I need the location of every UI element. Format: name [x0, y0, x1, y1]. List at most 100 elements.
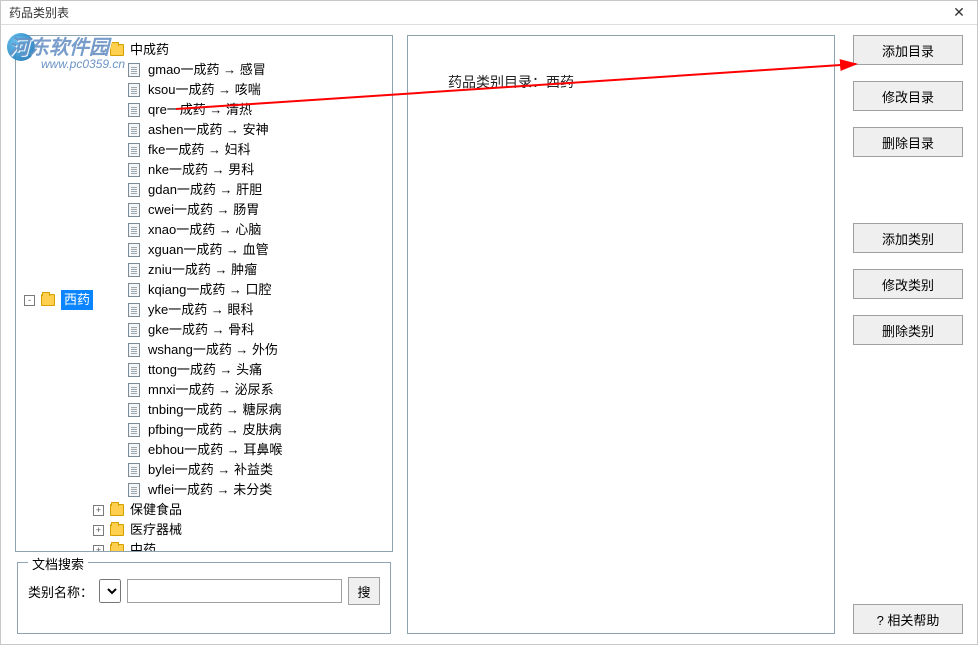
tree-leaf-label: gmao一成药 → 感冒	[148, 60, 266, 80]
add-category-button[interactable]: 添加类别	[853, 223, 963, 253]
tree-leaf[interactable]: ebhou一成药 → 耳鼻喉	[111, 440, 282, 460]
tree-leaf[interactable]: zniu一成药 → 肿瘤	[111, 260, 282, 280]
tree-folder-zhongyao[interactable]: 中药	[130, 540, 156, 552]
folder-icon	[110, 504, 124, 516]
document-icon	[128, 383, 140, 397]
tree-leaf-label: xguan一成药 → 血管	[148, 240, 269, 260]
tree-leaf[interactable]: nke一成药 → 男科	[111, 160, 282, 180]
modify-category-button[interactable]: 修改类别	[853, 269, 963, 299]
search-group: 文档搜索 类别名称： 搜	[17, 562, 391, 634]
tree-leaf[interactable]: cwei一成药 → 肠胃	[111, 200, 282, 220]
info-panel: 药品类别目录：西药	[407, 35, 835, 634]
document-icon	[128, 183, 140, 197]
folder-icon	[110, 544, 124, 552]
tree-leaf[interactable]: pfbing一成药 → 皮肤病	[111, 420, 282, 440]
add-directory-button[interactable]: 添加目录	[853, 35, 963, 65]
tree-leaf-label: ebhou一成药 → 耳鼻喉	[148, 440, 282, 460]
tree-leaf[interactable]: yke一成药 → 眼科	[111, 300, 282, 320]
collapse-icon[interactable]: -	[24, 295, 35, 306]
tree-leaf-label: gke一成药 → 骨科	[148, 320, 254, 340]
close-icon[interactable]: ✕	[945, 3, 973, 23]
document-icon	[128, 263, 140, 277]
tree-leaf-label: bylei一成药 → 补益类	[148, 460, 273, 480]
tree-leaf[interactable]: wshang一成药 → 外伤	[111, 340, 282, 360]
document-icon	[128, 343, 140, 357]
tree-leaf[interactable]: xguan一成药 → 血管	[111, 240, 282, 260]
tree-leaf-label: ksou一成药 → 咳喘	[148, 80, 261, 100]
document-icon	[128, 363, 140, 377]
tree-leaf-label: pfbing一成药 → 皮肤病	[148, 420, 282, 440]
tree-leaf[interactable]: ashen一成药 → 安神	[111, 120, 282, 140]
search-button[interactable]: 搜	[348, 577, 380, 605]
expand-icon[interactable]: +	[93, 505, 104, 516]
delete-category-button[interactable]: 删除类别	[853, 315, 963, 345]
document-icon	[128, 63, 140, 77]
tree-leaf[interactable]: tnbing一成药 → 糖尿病	[111, 400, 282, 420]
tree-leaf-label: kqiang一成药 → 口腔	[148, 280, 272, 300]
tree-leaf[interactable]: ttong一成药 → 头痛	[111, 360, 282, 380]
tree-leaf-label: tnbing一成药 → 糖尿病	[148, 400, 282, 420]
document-icon	[128, 483, 140, 497]
action-buttons: 添加目录 修改目录 删除目录 添加类别 修改类别 删除类别 ? 相关帮助	[853, 35, 963, 634]
delete-directory-button[interactable]: 删除目录	[853, 127, 963, 157]
folder-icon	[110, 524, 124, 536]
expand-icon[interactable]: +	[93, 525, 104, 536]
tree-folder-baojian[interactable]: 保健食品	[130, 500, 182, 520]
tree-folder-zhongchengyao[interactable]: 中成药	[130, 40, 169, 60]
help-button[interactable]: ? 相关帮助	[853, 604, 963, 634]
document-icon	[128, 103, 140, 117]
modify-directory-button[interactable]: 修改目录	[853, 81, 963, 111]
tree-leaf-label: wshang一成药 → 外伤	[148, 340, 278, 360]
tree-leaf[interactable]: xnao一成药 → 心脑	[111, 220, 282, 240]
document-icon	[128, 303, 140, 317]
tree-leaf[interactable]: gdan一成药 → 肝胆	[111, 180, 282, 200]
collapse-icon[interactable]: -	[93, 45, 104, 56]
document-icon	[128, 243, 140, 257]
document-icon	[128, 323, 140, 337]
titlebar: 药品类别表 ✕	[1, 1, 977, 25]
tree-leaf[interactable]: wflei一成药 → 未分类	[111, 480, 282, 500]
tree-leaf-label: wflei一成药 → 未分类	[148, 480, 272, 500]
folder-icon	[41, 294, 55, 306]
tree-leaf-label: cwei一成药 → 肠胃	[148, 200, 259, 220]
tree-leaf[interactable]: gke一成药 → 骨科	[111, 320, 282, 340]
search-type-select[interactable]	[99, 579, 121, 603]
tree-leaf-label: fke一成药 → 妇科	[148, 140, 251, 160]
document-icon	[128, 403, 140, 417]
document-icon	[128, 83, 140, 97]
tree-leaf[interactable]: gmao一成药 → 感冒	[111, 60, 282, 80]
watermark-globe-icon	[7, 33, 35, 61]
tree-leaf-label: ashen一成药 → 安神	[148, 120, 269, 140]
tree-root-selected[interactable]: 西药	[61, 290, 93, 310]
expand-icon[interactable]: +	[93, 545, 104, 553]
category-tree-panel: - 西药 - 中成药	[15, 35, 393, 552]
tree-folder-yiliao[interactable]: 医疗器械	[130, 520, 182, 540]
search-legend: 文档搜索	[28, 554, 88, 573]
document-icon	[128, 443, 140, 457]
document-icon	[128, 163, 140, 177]
category-tree[interactable]: - 西药 - 中成药	[22, 40, 386, 552]
tree-leaf[interactable]: qre一成药 → 清热	[111, 100, 282, 120]
document-icon	[128, 143, 140, 157]
tree-leaf[interactable]: ksou一成药 → 咳喘	[111, 80, 282, 100]
document-icon	[128, 423, 140, 437]
tree-leaf-label: zniu一成药 → 肿瘤	[148, 260, 257, 280]
tree-leaf-label: xnao一成药 → 心脑	[148, 220, 261, 240]
document-icon	[128, 123, 140, 137]
document-icon	[128, 463, 140, 477]
search-input[interactable]	[127, 579, 342, 603]
window-title: 药品类别表	[9, 4, 69, 21]
tree-leaf-label: gdan一成药 → 肝胆	[148, 180, 262, 200]
tree-leaf-label: ttong一成药 → 头痛	[148, 360, 262, 380]
tree-leaf[interactable]: fke一成药 → 妇科	[111, 140, 282, 160]
folder-icon	[110, 44, 124, 56]
document-icon	[128, 223, 140, 237]
tree-leaf[interactable]: mnxi一成药 → 泌尿系	[111, 380, 282, 400]
tree-leaf[interactable]: kqiang一成药 → 口腔	[111, 280, 282, 300]
tree-leaf-label: qre一成药 → 清热	[148, 100, 252, 120]
tree-leaf[interactable]: bylei一成药 → 补益类	[111, 460, 282, 480]
document-icon	[128, 203, 140, 217]
info-heading: 药品类别目录：西药	[448, 72, 794, 92]
tree-leaf-label: yke一成药 → 眼科	[148, 300, 253, 320]
document-icon	[128, 283, 140, 297]
